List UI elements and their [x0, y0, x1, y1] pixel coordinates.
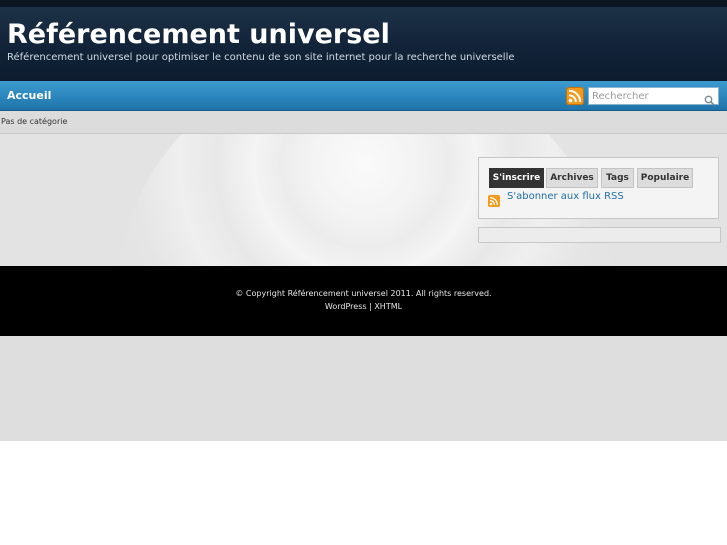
breadcrumb-bar: Pas de catégorie [0, 111, 727, 134]
site-title[interactable]: Référencement universel [7, 19, 390, 50]
sidebar-widget-empty [478, 227, 721, 243]
top-strip [0, 0, 727, 7]
footer-link-wordpress[interactable]: WordPress [325, 302, 367, 311]
search-box [588, 87, 719, 106]
search-input[interactable] [592, 89, 702, 103]
tab-populaire[interactable]: Populaire [637, 168, 693, 188]
subscribe-rss-link[interactable]: S'abonner aux flux RSS [507, 191, 624, 202]
site-header: Référencement universel Référencement un… [0, 7, 727, 81]
site-footer: © Copyright Référencement universel 2011… [0, 266, 727, 336]
sidebar-tabs-widget: S'inscrire Archives Tags Populaire S'abo… [478, 157, 719, 219]
site-description: Référencement universel pour optimiser l… [7, 52, 515, 63]
rss-icon[interactable] [566, 87, 584, 105]
footer-links: WordPress | XHTML [0, 302, 727, 311]
nav-item-home[interactable]: Accueil [7, 89, 51, 102]
search-icon[interactable] [704, 91, 715, 106]
tab-sinscrire[interactable]: S'inscrire [489, 168, 544, 188]
rss-feed-icon [488, 192, 500, 207]
footer-link-xhtml[interactable]: XHTML [374, 302, 402, 311]
tab-tags[interactable]: Tags [601, 168, 634, 188]
breadcrumb: Pas de catégorie [1, 117, 68, 126]
navigation-bar: Accueil [0, 81, 727, 111]
footer-separator: | [369, 302, 372, 311]
tab-archives[interactable]: Archives [546, 168, 598, 188]
copyright-text: © Copyright Référencement universel 2011… [235, 289, 492, 298]
